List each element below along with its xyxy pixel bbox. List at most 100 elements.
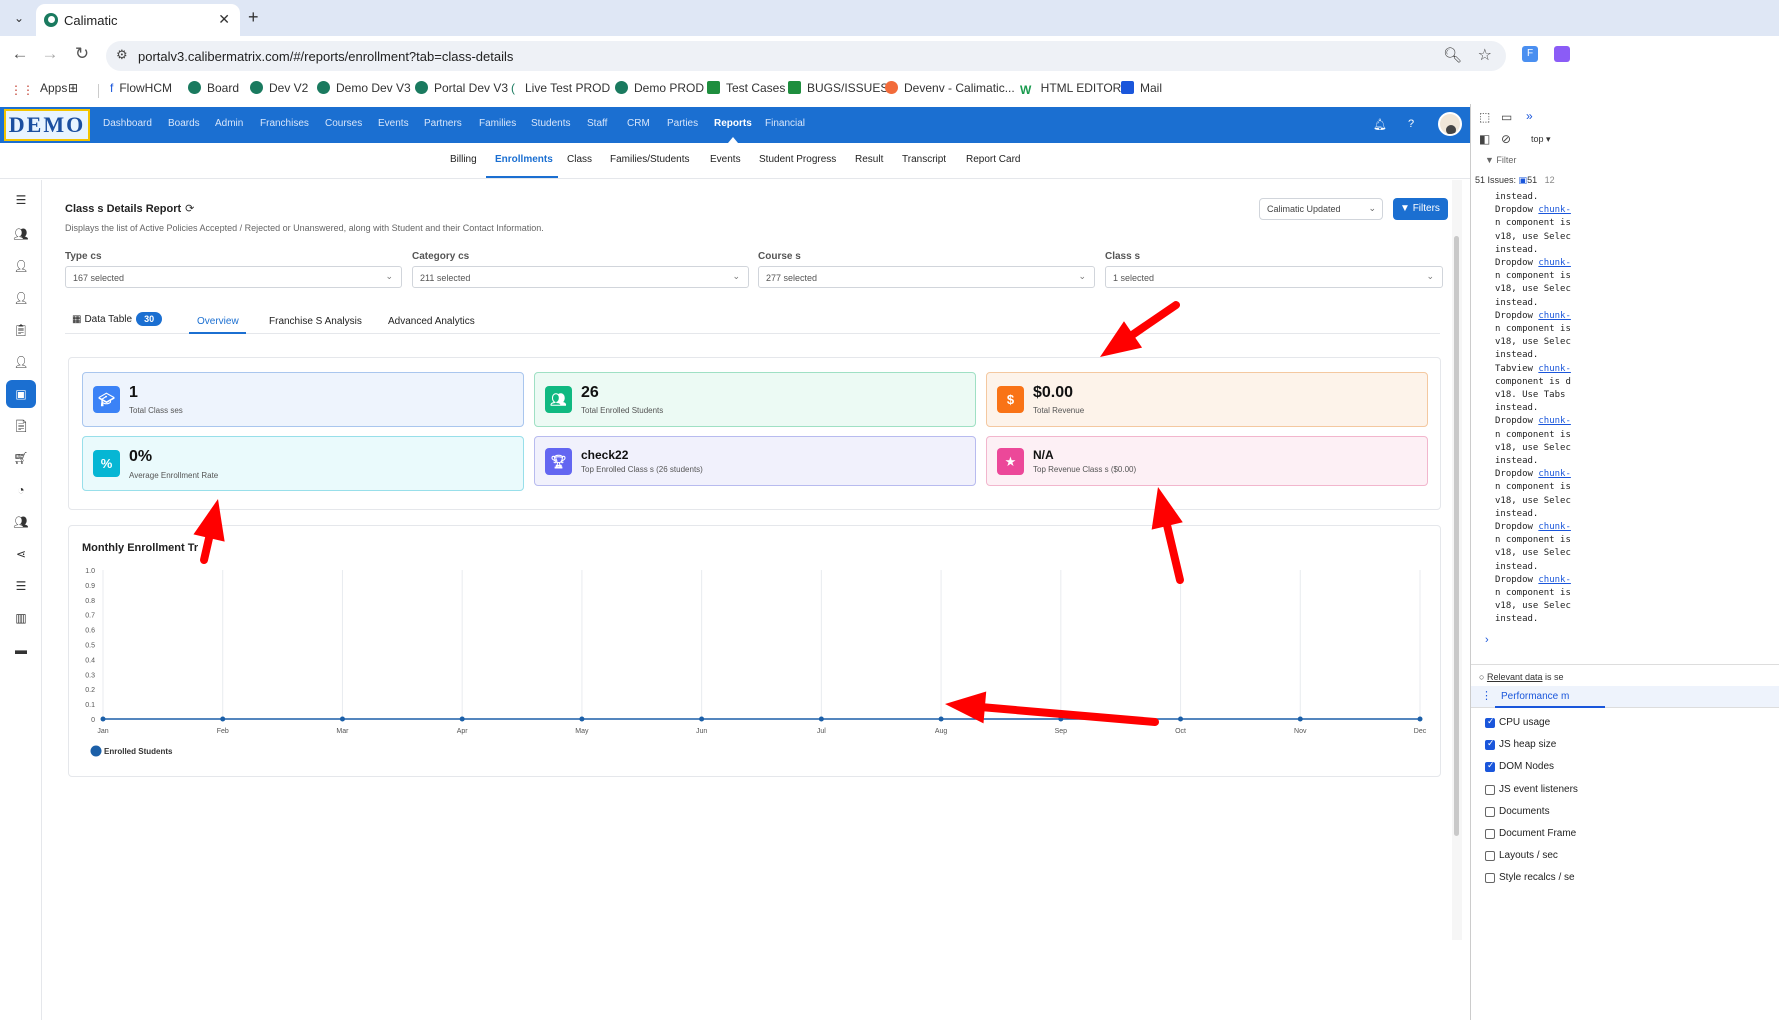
metric-label[interactable]: JS event listeners: [1499, 784, 1578, 795]
subnav-student-progress[interactable]: Student Progress: [759, 154, 836, 165]
tab-groups-icon[interactable]: ⊞: [68, 81, 78, 95]
inspect-element-icon[interactable]: ⬚: [1479, 110, 1490, 124]
refresh-icon[interactable]: ⟳: [185, 203, 194, 215]
nav-parties[interactable]: Parties: [667, 118, 698, 129]
more-tabs-chevron-icon[interactable]: »: [1526, 109, 1533, 123]
metric-label[interactable]: Document Frame: [1499, 828, 1576, 839]
tab-overview[interactable]: Overview: [197, 316, 239, 327]
extension-icon[interactable]: F: [1522, 46, 1538, 62]
bookmark-apps[interactable]: ⋮⋮ Apps: [10, 81, 67, 97]
metric-label[interactable]: Documents: [1499, 806, 1550, 817]
users-group-icon[interactable]: 👥︎: [11, 224, 31, 244]
data-point[interactable]: [938, 716, 944, 722]
bookmark-flowhcm[interactable]: f FlowHCM: [110, 81, 172, 95]
bookmark-live-test-prod[interactable]: (Live Test PROD: [511, 81, 610, 95]
metric-checkbox[interactable]: [1485, 851, 1495, 862]
metric-label[interactable]: DOM Nodes: [1499, 761, 1554, 772]
legend-swatch[interactable]: [90, 745, 102, 757]
nav-partners[interactable]: Partners: [424, 118, 462, 129]
data-point[interactable]: [220, 716, 226, 722]
legend-label[interactable]: Enrolled Students: [104, 747, 173, 756]
filters-button[interactable]: ▼ Filters: [1393, 198, 1448, 220]
team-icon[interactable]: 👥︎: [11, 512, 31, 532]
nav-financial[interactable]: Financial: [765, 118, 805, 129]
data-point[interactable]: [100, 716, 106, 722]
bookmark-devenv[interactable]: Devenv - Calimatic...: [885, 81, 1015, 95]
bookmark-bugs-issues[interactable]: BUGS/ISSUES: [788, 81, 888, 95]
kebab-menu-icon[interactable]: ⋮: [1481, 689, 1492, 702]
bookmark-mail[interactable]: Mail: [1121, 81, 1162, 95]
data-point[interactable]: [1417, 716, 1423, 722]
data-point[interactable]: [339, 716, 345, 722]
back-arrow-icon[interactable]: ←: [8, 44, 32, 64]
console-filter-input[interactable]: ▼ Filter: [1485, 155, 1516, 165]
user-minus-icon[interactable]: 👤︎: [11, 352, 31, 372]
source-link[interactable]: chunk-: [1538, 575, 1571, 585]
metric-label[interactable]: JS heap size: [1499, 739, 1556, 750]
bookmark-board[interactable]: Board: [188, 81, 239, 95]
bell-icon[interactable]: 🔔︎: [1373, 118, 1387, 131]
data-point[interactable]: [818, 716, 824, 722]
new-tab-plus-icon[interactable]: +: [248, 7, 259, 28]
bookmark-dev-v2[interactable]: Dev V2: [250, 81, 308, 95]
category-multiselect[interactable]: 211 selected ⌄: [412, 266, 749, 288]
clear-console-icon[interactable]: ⊘: [1501, 132, 1511, 146]
bookmark-html-editor[interactable]: W HTML EDITOR: [1020, 81, 1121, 97]
source-link[interactable]: chunk-: [1538, 311, 1571, 321]
source-link[interactable]: chunk-: [1538, 469, 1571, 479]
data-point[interactable]: [1297, 716, 1303, 722]
bookmark-demo-dev-v3[interactable]: Demo Dev V3: [317, 81, 411, 95]
device-toolbar-icon[interactable]: ▭: [1501, 110, 1512, 124]
bar-chart-icon[interactable]: ▥: [11, 608, 31, 628]
performance-monitor-tab[interactable]: ⋮ Performance m: [1471, 686, 1779, 708]
nav-reports[interactable]: Reports: [714, 118, 752, 129]
metric-checkbox[interactable]: [1485, 738, 1495, 751]
source-link[interactable]: chunk-: [1538, 364, 1571, 374]
help-icon[interactable]: ?: [1408, 118, 1414, 130]
subnav-result[interactable]: Result: [855, 154, 883, 165]
subnav-enrollments[interactable]: Enrollments: [495, 154, 553, 165]
document-icon[interactable]: 📄︎: [11, 416, 31, 436]
pie-chart-icon[interactable]: ◔: [11, 480, 31, 500]
forward-arrow-icon[interactable]: →: [38, 44, 62, 64]
extension-purple-icon[interactable]: [1554, 46, 1570, 62]
bookmark-demo-prod[interactable]: Demo PROD: [615, 81, 704, 95]
ticket-icon[interactable]: ▬: [11, 640, 31, 660]
browser-tab[interactable]: Calimatic ✕: [36, 4, 240, 36]
data-point[interactable]: [1178, 716, 1184, 722]
omnibox[interactable]: ⚙ portalv3.calibermatrix.com/#/reports/e…: [106, 41, 1506, 71]
metric-checkbox[interactable]: [1485, 873, 1495, 884]
bookmark-test-cases[interactable]: Test Cases: [707, 81, 785, 95]
metric-checkbox[interactable]: [1485, 784, 1495, 795]
nav-admin[interactable]: Admin: [215, 118, 243, 129]
tab-data-table[interactable]: ▦ Data Table 30: [72, 312, 163, 326]
data-point[interactable]: [1058, 716, 1064, 722]
data-point[interactable]: [459, 716, 465, 722]
source-link[interactable]: chunk-: [1538, 416, 1571, 426]
source-link[interactable]: chunk-: [1538, 258, 1571, 268]
nav-crm[interactable]: CRM: [627, 118, 650, 129]
reload-icon[interactable]: ↻: [70, 44, 94, 64]
remove-user-icon[interactable]: 👤︎: [11, 288, 31, 308]
scrollbar-thumb[interactable]: [1454, 236, 1459, 836]
tab-search-chevron-icon[interactable]: ⌄: [8, 8, 30, 28]
context-select[interactable]: top ▾: [1531, 134, 1551, 145]
data-point[interactable]: [699, 716, 705, 722]
source-link[interactable]: chunk-: [1538, 522, 1571, 532]
sidebar-toggle-icon[interactable]: ◧: [1479, 132, 1490, 146]
metric-checkbox[interactable]: [1485, 806, 1495, 817]
console-prompt-chevron-icon[interactable]: ›: [1485, 634, 1489, 646]
subnav-transcript[interactable]: Transcript: [902, 154, 946, 165]
saved-preference-select[interactable]: Calimatic Updated ⌄: [1259, 198, 1383, 220]
metric-label[interactable]: Layouts / sec: [1499, 850, 1558, 861]
issues-counter[interactable]: 51 Issues: ▣51 12: [1475, 175, 1555, 186]
source-link[interactable]: chunk-: [1538, 205, 1571, 215]
nav-franchises[interactable]: Franchises: [260, 118, 309, 129]
clipboard-icon[interactable]: 📋︎: [11, 320, 31, 340]
nav-staff[interactable]: Staff: [587, 118, 607, 129]
nav-dashboard[interactable]: Dashboard: [103, 118, 152, 129]
nav-courses[interactable]: Courses: [325, 118, 362, 129]
classroom-icon[interactable]: ▣: [6, 380, 36, 408]
class-multiselect[interactable]: 1 selected ⌄: [1105, 266, 1443, 288]
bookmark-portal-dev-v3[interactable]: Portal Dev V3: [415, 81, 508, 95]
